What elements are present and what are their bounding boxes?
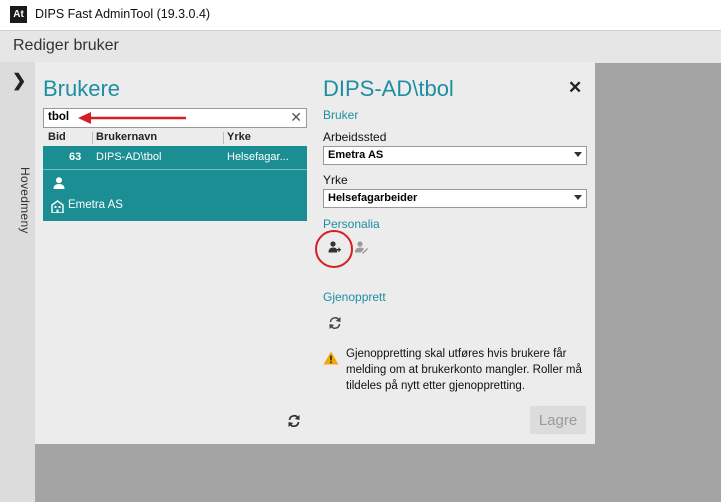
column-username[interactable]: Brukernavn <box>96 131 157 143</box>
workplace-label: Arbeidssted <box>323 130 387 144</box>
row-username: DIPS-AD\tbol <box>96 151 162 163</box>
refresh-icon[interactable] <box>287 414 301 428</box>
chevron-right-icon[interactable]: ❯ <box>12 71 26 91</box>
edit-person-icon[interactable] <box>354 241 368 254</box>
main-menu-tab[interactable]: Hovedmeny <box>18 167 32 277</box>
chevron-down-icon <box>574 152 582 157</box>
column-bid[interactable]: Bid <box>48 131 66 143</box>
chevron-down-icon <box>574 195 582 200</box>
window-title: DIPS Fast AdminTool (19.3.0.4) <box>35 7 211 21</box>
person-icon <box>53 177 65 189</box>
restore-icon[interactable] <box>328 316 342 330</box>
table-header: Bid Brukernavn Yrke <box>43 130 307 146</box>
workplace-value: Emetra AS <box>328 149 384 161</box>
section-personalia: Personalia <box>323 217 380 231</box>
warning-icon <box>323 351 339 365</box>
row-occupation: Helsefagar... <box>227 151 289 163</box>
occupation-label: Yrke <box>323 173 348 187</box>
user-title: DIPS-AD\tbol <box>323 76 454 101</box>
section-restore: Gjenopprett <box>323 290 386 304</box>
search-value: tbol <box>48 111 70 123</box>
restore-warning-text: Gjenoppretting skal utføres hvis brukere… <box>346 348 582 392</box>
column-divider <box>223 132 224 144</box>
row-divider <box>43 169 307 170</box>
app-logo: At <box>10 6 27 23</box>
row-bid: 63 <box>69 151 82 163</box>
edit-user-panel: Brukere tbol ✕ Bid Brukernavn Yrke 63 DI… <box>35 62 595 444</box>
sidebar-rail: ❯ Hovedmeny <box>0 62 35 502</box>
column-divider <box>92 132 93 144</box>
workplace-select[interactable]: Emetra AS <box>323 146 587 165</box>
save-button[interactable]: Lagre <box>530 406 586 434</box>
row-organization: Emetra AS <box>68 199 123 211</box>
table-row[interactable]: 63 DIPS-AD\tbol Helsefagar... Emetra AS <box>43 146 307 221</box>
add-person-icon[interactable] <box>328 241 341 254</box>
occupation-select[interactable]: Helsefagarbeider <box>323 189 587 208</box>
occupation-value: Helsefagarbeider <box>328 192 418 204</box>
building-icon <box>51 200 64 213</box>
page-header: Rediger bruker <box>0 30 721 63</box>
users-title: Brukere <box>43 76 121 101</box>
column-occupation[interactable]: Yrke <box>227 131 251 143</box>
page-title: Rediger bruker <box>13 37 119 54</box>
section-user: Bruker <box>323 108 359 122</box>
annotation-arrow-icon <box>78 112 186 124</box>
close-icon[interactable]: ✕ <box>290 109 302 126</box>
close-icon[interactable]: ✕ <box>568 78 582 98</box>
window-titlebar: At DIPS Fast AdminTool (19.3.0.4) <box>0 0 721 30</box>
